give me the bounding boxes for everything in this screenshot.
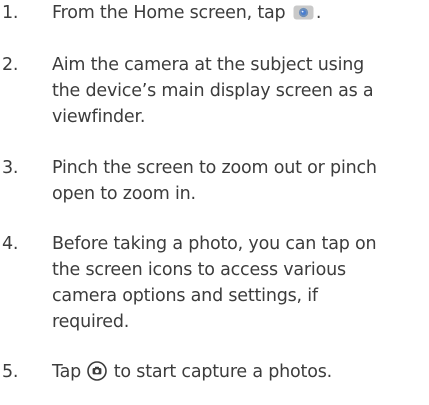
step-number: 5. (2, 362, 19, 382)
camera-app-icon (293, 2, 314, 20)
step-line: Aim the camera at the subject using (52, 55, 365, 75)
step-line: required. (52, 312, 130, 332)
shutter-button-icon (87, 361, 108, 381)
step-line: camera options and settings, if (52, 286, 318, 306)
step-text: Pinch the screen to zoom out or pinch op… (52, 155, 427, 207)
step-number: 1. (2, 3, 19, 23)
step-number: 3. (2, 158, 19, 178)
step-text: Before taking a photo, you can tap on th… (52, 231, 427, 335)
step-line: open to zoom in. (52, 184, 196, 204)
step-number: 4. (2, 234, 19, 254)
step-line: the device’s main display screen as a (52, 81, 374, 101)
step-line: Pinch the screen to zoom out or pinch (52, 158, 377, 178)
step-line: viewfinder. (52, 107, 146, 127)
step-text-before: From the Home screen, tap (52, 3, 291, 23)
step-text: Tap to start capture a photos. (52, 359, 427, 385)
step-text-after: to start capture a photos. (108, 362, 332, 382)
step-number: 2. (2, 55, 19, 75)
step-text: Aim the camera at the subject using the … (52, 52, 427, 130)
step-line: Before taking a photo, you can tap on (52, 234, 377, 254)
step-text: From the Home screen, tap . (52, 0, 427, 26)
step-line: the screen icons to access various (52, 260, 346, 280)
instruction-list: 1. From the Home screen, tap . 2. Aim th… (0, 0, 429, 405)
step-text-before: Tap (52, 362, 87, 382)
step-text-after: . (315, 3, 322, 23)
